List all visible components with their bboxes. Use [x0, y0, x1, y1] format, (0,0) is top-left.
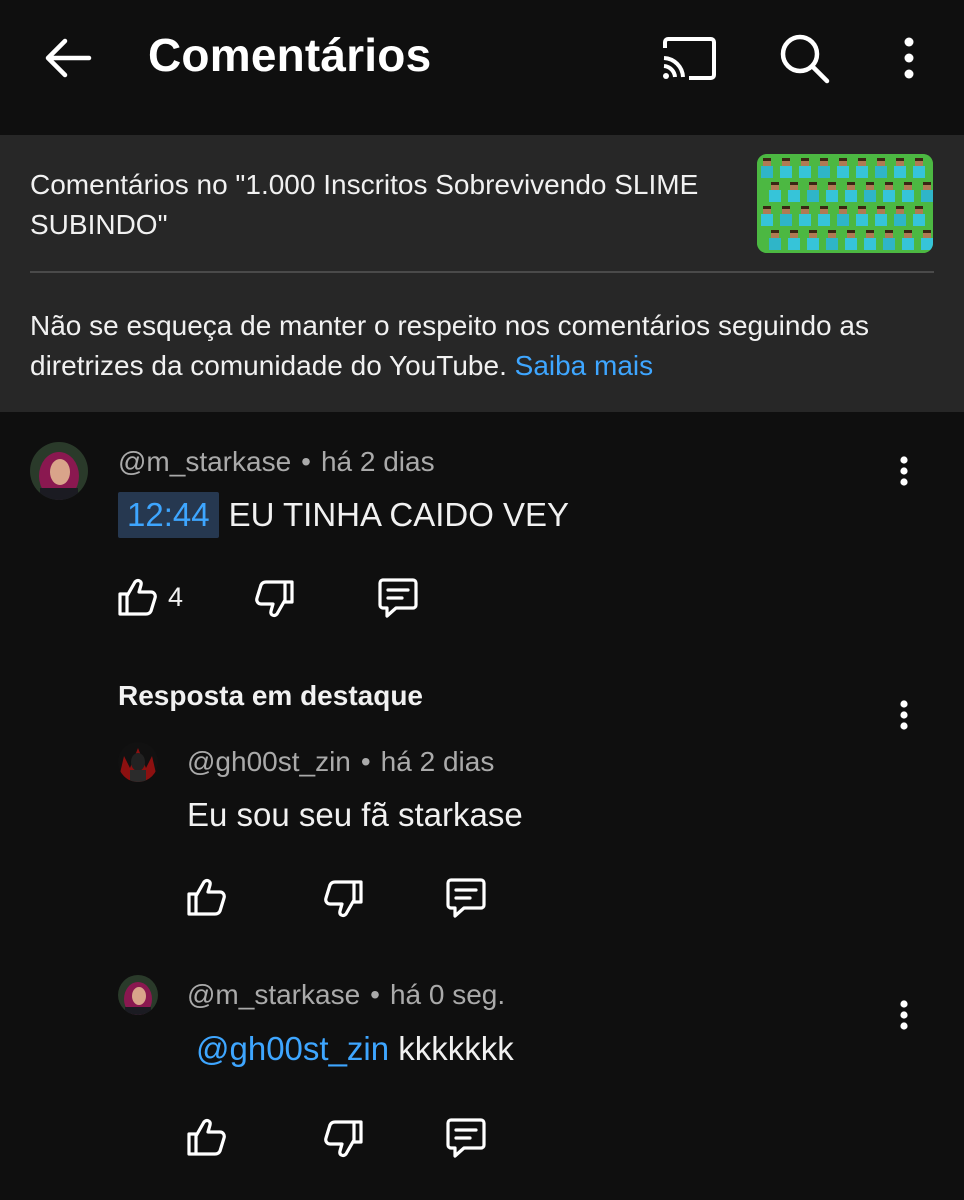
- more-vertical-icon: [900, 456, 908, 486]
- avatar-image: [118, 742, 158, 782]
- search-button[interactable]: [772, 26, 836, 90]
- top-app-bar: Comentários: [0, 0, 964, 118]
- mention-link[interactable]: @gh00st_zin: [196, 1030, 389, 1067]
- dislike-button[interactable]: [323, 1118, 365, 1160]
- cast-button[interactable]: [656, 28, 720, 88]
- cast-icon: [663, 37, 716, 80]
- thumbs-down-icon: [324, 1120, 363, 1158]
- dislike-button[interactable]: [254, 578, 296, 620]
- avatar[interactable]: [118, 742, 158, 782]
- reply-author[interactable]: @gh00st_zin: [187, 746, 351, 777]
- page-title: Comentários: [148, 29, 432, 81]
- thumbs-up-icon: [187, 878, 226, 916]
- reply-button[interactable]: [376, 577, 420, 619]
- comment-body: EU TINHA CAIDO VEY: [228, 496, 570, 533]
- back-button[interactable]: [38, 30, 98, 86]
- reply-meta: @m_starkase • há 0 seg.: [187, 979, 505, 1011]
- comment-time: há 2 dias: [320, 446, 435, 477]
- avatar-image: [30, 442, 88, 500]
- guidelines-text: Não se esqueça de manter o respeito nos …: [30, 310, 869, 381]
- avatar[interactable]: [118, 975, 158, 1015]
- comment-text: 12:44 EU TINHA CAIDO VEY: [118, 492, 569, 538]
- meta-separator: •: [370, 979, 380, 1010]
- comment-author[interactable]: @m_starkase: [118, 446, 291, 477]
- learn-more-link[interactable]: Saiba mais: [515, 350, 654, 381]
- reply-button[interactable]: [444, 1117, 488, 1159]
- reply-comment-icon: [446, 878, 486, 918]
- like-button[interactable]: [185, 876, 227, 918]
- more-vertical-icon: [900, 700, 908, 730]
- meta-separator: •: [360, 746, 371, 777]
- like-count: 4: [168, 581, 184, 612]
- divider: [30, 271, 934, 273]
- reply-text: @gh00st_zin kkkkkkk: [196, 1030, 514, 1068]
- dislike-button[interactable]: [323, 878, 365, 920]
- highlighted-reply-label: Resposta em destaque: [118, 680, 423, 711]
- more-options-button[interactable]: [884, 26, 934, 90]
- highlighted-more-button[interactable]: [884, 690, 924, 740]
- reply-comment-icon: [378, 578, 418, 618]
- avatar-image: [118, 975, 158, 1015]
- thumbs-up-icon: [118, 578, 157, 616]
- reply-meta: @gh00st_zin • há 2 dias: [187, 746, 494, 778]
- community-guidelines-note: Não se esqueça de manter o respeito nos …: [30, 306, 940, 386]
- thumbs-down-icon: [324, 880, 363, 918]
- arrow-left-icon: [45, 38, 92, 78]
- more-vertical-icon: [904, 37, 914, 79]
- thumbs-up-icon: [187, 1118, 226, 1156]
- comment-meta: @m_starkase • há 2 dias: [118, 446, 435, 478]
- reply-comment-icon: [446, 1118, 486, 1158]
- like-button[interactable]: 4: [116, 576, 183, 618]
- comment-more-button[interactable]: [884, 446, 924, 496]
- video-comments-title: Comentários no "1.000 Inscritos Sobreviv…: [30, 169, 699, 240]
- like-button[interactable]: [185, 1116, 227, 1158]
- more-vertical-icon: [900, 1000, 908, 1030]
- reply-author[interactable]: @m_starkase: [187, 979, 360, 1010]
- meta-separator: •: [301, 446, 311, 477]
- reply-text: Eu sou seu fã starkase: [187, 796, 523, 833]
- reply-button[interactable]: [444, 877, 488, 919]
- video-thumbnail[interactable]: [757, 154, 933, 253]
- search-icon: [780, 34, 830, 84]
- reply-time: há 0 seg.: [389, 979, 506, 1010]
- timestamp-link[interactable]: 12:44: [118, 492, 219, 538]
- thumbs-down-icon: [255, 580, 294, 618]
- reply-body: kkkkkkk: [398, 1030, 514, 1067]
- reply-time: há 2 dias: [380, 746, 495, 777]
- reply-more-button[interactable]: [884, 990, 924, 1040]
- avatar[interactable]: [30, 442, 88, 500]
